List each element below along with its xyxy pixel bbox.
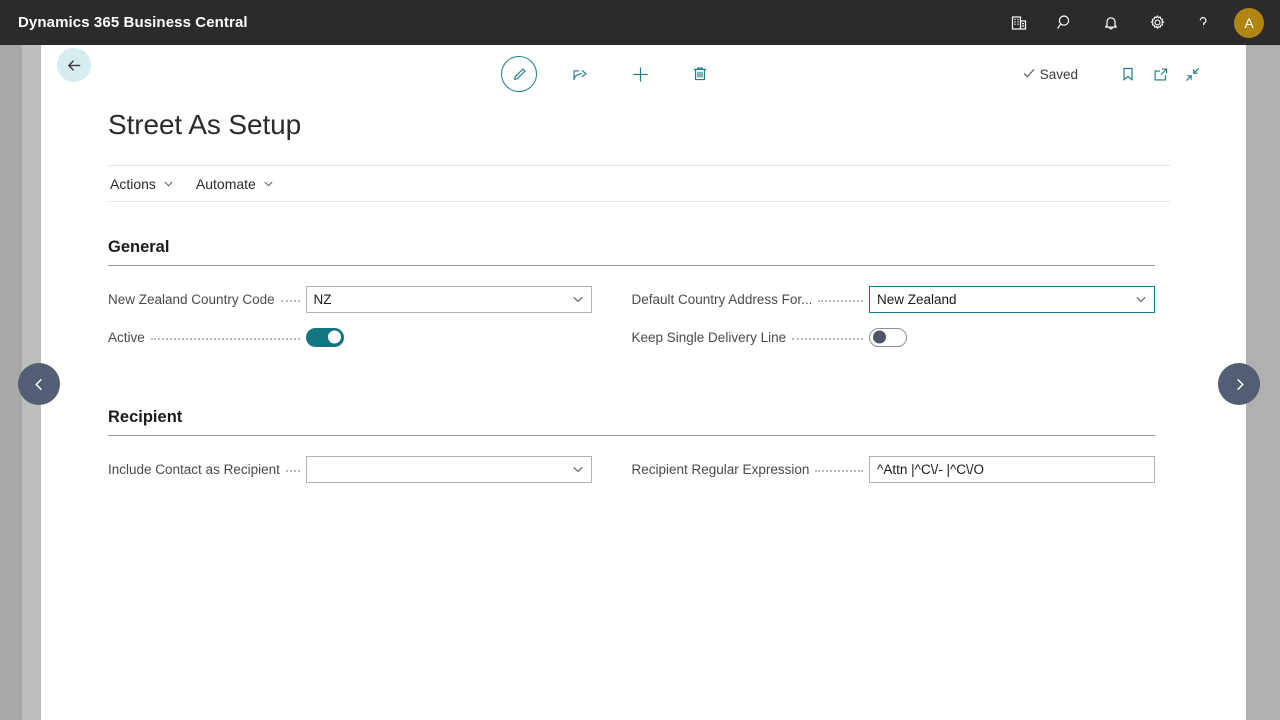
control-wrapper: ^Attn |^C\/- |^C\/O [869, 455, 1155, 483]
leader-dots [285, 470, 300, 472]
company-icon[interactable] [996, 0, 1042, 45]
new-zealand-country-code-dropdown[interactable]: NZ [305, 285, 592, 313]
page-title: Street As Setup [108, 109, 302, 140]
notification-bell-icon[interactable] [1088, 0, 1134, 45]
dropdown-value: New Zealand [877, 291, 957, 307]
avatar[interactable]: A [1234, 7, 1264, 38]
field-label: Recipient Regular Expression [631, 461, 810, 477]
app-root: Dynamics 365 Business Central A Saved St… [0, 0, 1280, 720]
status-label: Saved [1039, 66, 1078, 82]
field-keep-single-delivery-line: Keep Single Delivery Line [632, 318, 1156, 356]
general-right-column: Default Country Address For... New Zeala… [631, 280, 1156, 356]
control-wrapper: New Zealand [869, 285, 1155, 313]
actions-menu[interactable]: Actions [108, 173, 176, 195]
field-label: Keep Single Delivery Line [631, 329, 787, 345]
command-bar-right: Saved [1022, 45, 1208, 103]
control-wrapper [305, 327, 592, 347]
field-label: Default Country Address For... [631, 291, 813, 307]
command-bar: Saved [41, 45, 1246, 103]
toggle-knob [327, 330, 341, 344]
section-recipient: Recipient Include Contact as Recipient R… [108, 408, 1155, 488]
new-plus-icon[interactable] [623, 57, 657, 91]
control-wrapper: NZ [305, 285, 592, 313]
section-recipient-title: Recipient [108, 408, 1155, 436]
toggle-knob [873, 330, 886, 344]
chevron-down-icon [263, 178, 274, 189]
field-default-country-address-format: Default Country Address For... New Zeala… [631, 280, 1155, 318]
gear-icon[interactable] [1134, 0, 1180, 45]
chevron-down-icon [572, 463, 584, 475]
global-header-actions: A [996, 0, 1280, 45]
bookmark-icon[interactable] [1112, 58, 1144, 90]
help-question-icon[interactable] [1180, 0, 1226, 45]
leader-dots [818, 300, 863, 302]
page-surface: Saved Street As Setup Actions Automate G… [41, 45, 1246, 720]
command-bar-center [501, 45, 717, 103]
field-new-zealand-country-code: New Zealand Country Code NZ [108, 280, 592, 318]
recipient-left-column: Include Contact as Recipient [108, 450, 632, 488]
field-label: Active [108, 329, 145, 345]
general-fields: New Zealand Country Code NZ Active Defau… [108, 280, 1155, 356]
automate-menu[interactable]: Automate [194, 173, 276, 195]
recipient-regular-expression-input[interactable]: ^Attn |^C\/- |^C\/O [869, 455, 1155, 483]
chevron-down-icon [1135, 293, 1147, 305]
open-in-new-window-icon[interactable] [1144, 58, 1176, 90]
active-toggle[interactable] [305, 327, 344, 347]
previous-record-button[interactable] [18, 363, 60, 405]
field-label: New Zealand Country Code [108, 291, 275, 307]
leader-dots [150, 338, 300, 340]
include-contact-as-recipient-dropdown[interactable] [305, 455, 592, 483]
control-wrapper [305, 455, 592, 483]
back-button[interactable] [57, 48, 91, 82]
default-country-address-format-dropdown[interactable]: New Zealand [869, 285, 1155, 313]
section-general: General New Zealand Country Code NZ Acti… [108, 238, 1155, 356]
field-include-contact-as-recipient: Include Contact as Recipient [108, 450, 592, 488]
collapse-icon[interactable] [1176, 58, 1208, 90]
recipient-fields: Include Contact as Recipient Recipient R… [108, 450, 1155, 488]
delete-trash-icon[interactable] [683, 57, 717, 91]
edit-pencil-icon[interactable] [501, 56, 537, 92]
actions-toolbar: Actions Automate [108, 165, 1170, 202]
leader-dots [815, 470, 863, 472]
dropdown-value: NZ [313, 291, 332, 307]
field-active: Active [108, 318, 592, 356]
global-header: Dynamics 365 Business Central A [0, 0, 1280, 45]
search-icon[interactable] [1042, 0, 1088, 45]
chevron-down-icon [572, 293, 584, 305]
keep-single-delivery-line-toggle[interactable] [869, 327, 907, 347]
checkmark-icon [1022, 66, 1036, 83]
recipient-right-column: Recipient Regular Expression ^Attn |^C\/… [631, 450, 1155, 488]
automate-menu-label: Automate [195, 175, 256, 192]
general-left-column: New Zealand Country Code NZ Active [108, 280, 632, 356]
field-recipient-regular-expression: Recipient Regular Expression ^Attn |^C\/… [631, 450, 1155, 488]
section-general-title: General [108, 238, 1155, 266]
leader-dots [792, 338, 863, 340]
leader-dots [280, 300, 300, 302]
actions-menu-label: Actions [110, 175, 156, 192]
share-icon[interactable] [563, 57, 597, 91]
app-title: Dynamics 365 Business Central [18, 14, 248, 31]
next-record-button[interactable] [1218, 363, 1260, 405]
chevron-down-icon [163, 178, 174, 189]
status-badge: Saved [1022, 66, 1078, 83]
field-label: Include Contact as Recipient [108, 461, 280, 477]
control-wrapper [869, 327, 1155, 347]
